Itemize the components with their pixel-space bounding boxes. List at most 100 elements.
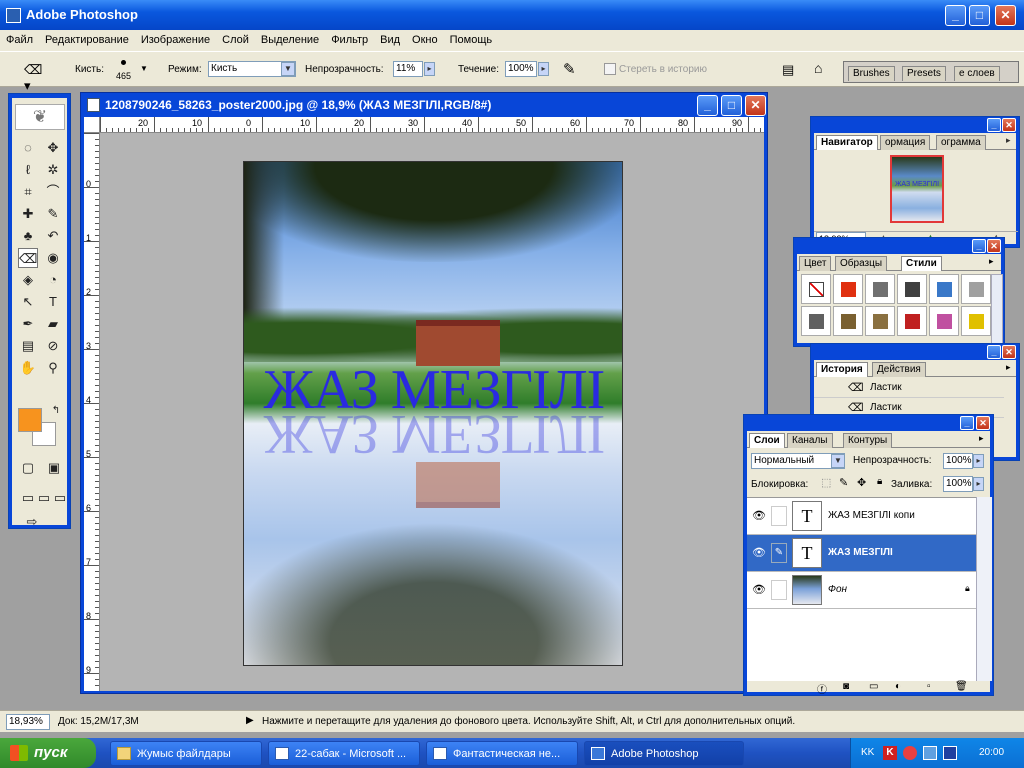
- style-swatch[interactable]: [801, 306, 831, 336]
- well-tab-layer-comps[interactable]: е слоев: [954, 66, 1000, 81]
- layers-minimize-button[interactable]: _: [960, 416, 974, 430]
- style-swatch[interactable]: [897, 274, 927, 304]
- blur-icon[interactable]: ◈: [18, 270, 38, 290]
- language-indicator[interactable]: KK: [861, 747, 874, 758]
- style-swatch[interactable]: [833, 274, 863, 304]
- lock-image-icon[interactable]: ✎: [839, 476, 848, 489]
- crop-icon[interactable]: ⌗: [18, 182, 38, 202]
- style-swatch[interactable]: [865, 274, 895, 304]
- trash-icon[interactable]: 🗑︎: [955, 681, 968, 692]
- lock-position-icon[interactable]: ✥: [857, 476, 866, 489]
- taskbar-word-2[interactable]: Фантастическая не...: [426, 741, 578, 766]
- fill-input[interactable]: 100%: [943, 476, 973, 492]
- doc-close-button[interactable]: ✕: [745, 95, 766, 116]
- pen-icon[interactable]: ✒: [18, 314, 38, 334]
- panel-menu-arrow-icon[interactable]: ▸: [979, 433, 984, 444]
- panel-menu-arrow-icon[interactable]: ▸: [989, 256, 994, 267]
- blend-mode-arrow[interactable]: ▼: [831, 454, 845, 468]
- zoom-icon[interactable]: ⚲: [43, 358, 63, 378]
- layer-row[interactable]: 👁︎ Фон 🔒︎: [747, 572, 976, 609]
- eyedropper-icon[interactable]: ⊘: [43, 336, 63, 356]
- menu-item[interactable]: Вид: [374, 30, 406, 50]
- screen-mode-3-icon[interactable]: ▭: [50, 488, 70, 508]
- healing-icon[interactable]: ✚: [18, 204, 38, 224]
- nav-minimize-button[interactable]: _: [987, 118, 1001, 132]
- layer-mask-icon[interactable]: ◙: [843, 681, 849, 692]
- styles-minimize-button[interactable]: _: [972, 239, 986, 253]
- style-swatch[interactable]: [961, 306, 991, 336]
- shape-icon[interactable]: ▰: [43, 314, 63, 334]
- doc-maximize-button[interactable]: □: [721, 95, 742, 116]
- lock-all-icon[interactable]: 🔒︎: [877, 476, 882, 487]
- navigator-thumbnail[interactable]: ЖАЗ МЕЗГІЛІ: [890, 155, 944, 223]
- slice-icon[interactable]: ⌒: [43, 182, 63, 202]
- history-close-button[interactable]: ✕: [1002, 345, 1016, 359]
- close-button[interactable]: ✕: [995, 5, 1016, 26]
- hand-icon[interactable]: ✋: [18, 358, 38, 378]
- menu-item[interactable]: Редактирование: [39, 30, 135, 50]
- style-swatch[interactable]: [833, 306, 863, 336]
- dodge-icon[interactable]: ◔: [43, 270, 63, 290]
- quickmask-mode-icon[interactable]: ▣: [44, 458, 64, 478]
- panel-menu-arrow-icon[interactable]: ▸: [1006, 362, 1011, 373]
- link-box[interactable]: [771, 580, 787, 600]
- path-select-icon[interactable]: ↖: [18, 292, 38, 312]
- history-item[interactable]: ⌫ Ластик: [814, 378, 1004, 398]
- bucket-icon[interactable]: ◉: [43, 248, 63, 268]
- style-swatch[interactable]: [961, 274, 991, 304]
- start-button[interactable]: пуск: [0, 738, 96, 768]
- menu-item[interactable]: Окно: [406, 30, 444, 50]
- taskbar-photoshop[interactable]: Adobe Photoshop: [584, 741, 744, 766]
- eraser-tool-icon[interactable]: ⌫ ▾: [24, 62, 48, 93]
- eye-icon[interactable]: 👁︎: [752, 546, 766, 559]
- styles-close-button[interactable]: ✕: [987, 239, 1001, 253]
- tab-styles[interactable]: Стили: [901, 256, 942, 271]
- notes-icon[interactable]: ▤: [18, 336, 38, 356]
- flow-slider-arrow[interactable]: ▸: [538, 62, 549, 76]
- opacity-slider-arrow[interactable]: ▸: [424, 62, 435, 76]
- shield-icon[interactable]: [903, 746, 917, 760]
- layer-set-icon[interactable]: ▭: [869, 681, 878, 692]
- doc-minimize-button[interactable]: _: [697, 95, 718, 116]
- network-icon[interactable]: [923, 746, 937, 760]
- antivirus-icon[interactable]: K: [883, 746, 897, 760]
- tab-histogram[interactable]: ограмма: [936, 135, 986, 150]
- palette-toggle-icon[interactable]: ▤: [782, 62, 794, 78]
- menu-item[interactable]: Слой: [216, 30, 255, 50]
- eye-icon[interactable]: 👁︎: [752, 583, 766, 596]
- layer-opacity-arrow[interactable]: ▸: [973, 454, 984, 468]
- history-brush-icon[interactable]: ↶: [43, 226, 63, 246]
- maximize-button[interactable]: □: [969, 5, 990, 26]
- foreground-color[interactable]: [18, 408, 42, 432]
- tab-color[interactable]: Цвет: [799, 256, 832, 271]
- well-tab-brushes[interactable]: Brushes: [848, 66, 895, 81]
- menu-item[interactable]: Выделение: [255, 30, 325, 50]
- brush-preset-picker[interactable]: 465 ▼: [112, 56, 150, 84]
- file-browser-icon[interactable]: ⌂: [814, 60, 822, 76]
- tab-channels[interactable]: Каналы: [787, 433, 833, 448]
- flow-input[interactable]: 100%: [505, 61, 537, 77]
- standard-mode-icon[interactable]: ▢: [18, 458, 38, 478]
- style-swatch[interactable]: [897, 306, 927, 336]
- erase-history-checkbox[interactable]: [604, 63, 616, 75]
- fill-arrow[interactable]: ▸: [973, 477, 984, 491]
- taskbar-word[interactable]: 22-сабак - Microsoft ...: [268, 741, 420, 766]
- adjustment-layer-icon[interactable]: ◐: [895, 681, 901, 692]
- taskbar-folder[interactable]: Жумыс файлдары: [110, 741, 262, 766]
- eraser-icon[interactable]: ⌫: [18, 248, 38, 268]
- marquee-icon[interactable]: ◌: [18, 138, 38, 158]
- eye-icon[interactable]: 👁︎: [752, 509, 766, 522]
- tab-layers[interactable]: Слои: [749, 433, 785, 448]
- nav-close-button[interactable]: ✕: [1002, 118, 1016, 132]
- layer-row[interactable]: 👁︎ T ЖАЗ МЕЗГІЛІ копи: [747, 498, 976, 535]
- new-layer-icon[interactable]: ▫: [927, 681, 931, 692]
- brush-icon[interactable]: ✎: [43, 204, 63, 224]
- history-minimize-button[interactable]: _: [987, 345, 1001, 359]
- minimize-button[interactable]: _: [945, 5, 966, 26]
- tab-navigator[interactable]: Навигатор: [816, 135, 878, 150]
- type-icon[interactable]: T: [43, 292, 63, 312]
- style-swatch[interactable]: [801, 274, 831, 304]
- lasso-icon[interactable]: ℓ: [18, 160, 38, 180]
- lock-transparent-icon[interactable]: ⬚: [821, 476, 831, 489]
- style-swatch[interactable]: [865, 306, 895, 336]
